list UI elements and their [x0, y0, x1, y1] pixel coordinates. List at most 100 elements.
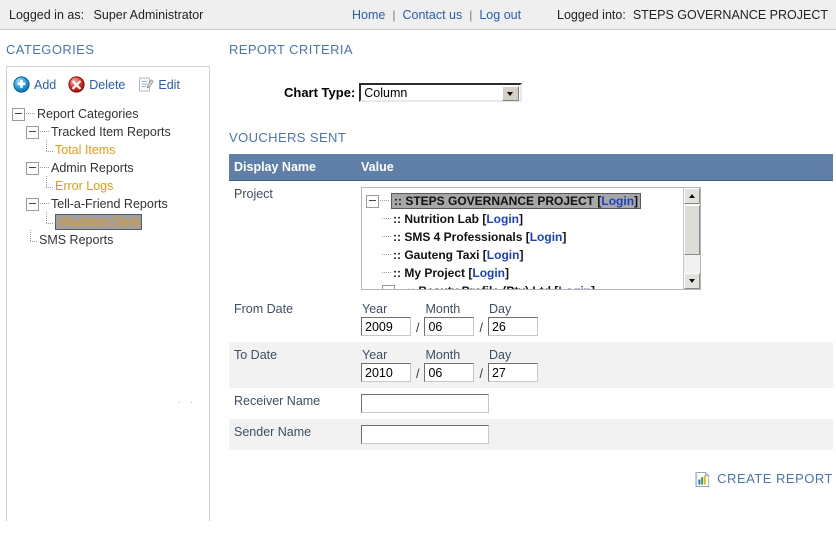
- logged-in-as: Logged in as: Super Administrator: [0, 8, 203, 22]
- vouchers-sent-title: VOUCHERS SENT: [229, 130, 347, 145]
- tree-connector: [42, 176, 54, 192]
- project-name: :: Gauteng Taxi: [393, 248, 480, 262]
- tree-label: Admin Reports: [51, 160, 134, 175]
- create-report-label: CREATE REPORT: [717, 471, 833, 486]
- chart-type-row: Chart Type: Column: [229, 83, 836, 102]
- tree-label-selected: Vouchers Sent: [55, 214, 143, 230]
- to-date-fields: Year / Month / Day: [361, 348, 833, 382]
- project-name: :: SMS 4 Professionals: [393, 230, 523, 244]
- login-link[interactable]: Login: [486, 210, 519, 228]
- project-list-scrollbar[interactable]: [683, 188, 700, 289]
- collapse-icon[interactable]: [26, 161, 39, 175]
- categories-panel: Add Delete Edit Report Categories Tracke…: [6, 66, 210, 521]
- tree-node-report-categories[interactable]: Report Categories: [12, 105, 209, 123]
- to-date-month-field: Month: [424, 348, 475, 382]
- tree-node-total-items[interactable]: Total Items: [12, 140, 209, 159]
- tree-node-admin-reports[interactable]: Admin Reports: [12, 159, 209, 177]
- project-name: :: Beauty Profile (Pty) Ltd: [407, 282, 551, 289]
- login-link[interactable]: Login: [558, 282, 591, 289]
- tree-connector: [380, 200, 389, 202]
- year-label: Year: [362, 348, 388, 362]
- table-row-project: Project :: STEPS GOVERNANCE PROJECT [Log…: [229, 180, 833, 296]
- row-value-project: :: STEPS GOVERNANCE PROJECT [Login] :: N…: [356, 180, 833, 296]
- collapse-icon[interactable]: [12, 107, 25, 121]
- scrollbar-thumb[interactable]: [684, 205, 700, 255]
- tree-node-sms-reports[interactable]: SMS Reports: [12, 230, 209, 249]
- top-navigation: Home | Contact us | Log out: [352, 0, 521, 29]
- tree-connector: [382, 254, 391, 256]
- from-date-year-input[interactable]: [361, 317, 411, 336]
- column-header-display-name: Display Name: [229, 154, 356, 181]
- chart-type-select[interactable]: Column: [359, 83, 523, 102]
- row-label-project: Project: [229, 180, 356, 296]
- collapse-icon[interactable]: [26, 197, 39, 211]
- category-tree: Report Categories Tracked Item Reports T…: [7, 99, 209, 249]
- tree-node-vouchers-sent[interactable]: Vouchers Sent: [12, 212, 209, 231]
- login-link[interactable]: Login: [487, 246, 520, 264]
- to-date-month-input[interactable]: [424, 363, 475, 382]
- tree-node-tell-a-friend-reports[interactable]: Tell-a-Friend Reports: [12, 195, 209, 213]
- row-label-to-date: To Date: [229, 342, 356, 388]
- sender-name-input[interactable]: [361, 425, 489, 444]
- nav-separator-2: |: [469, 7, 473, 22]
- tree-label: Error Logs: [55, 178, 114, 193]
- from-date-fields: Year / Month / Day: [361, 302, 833, 336]
- tree-label: Report Categories: [37, 106, 139, 121]
- tree-node-tracked-item-reports[interactable]: Tracked Item Reports: [12, 123, 209, 141]
- date-separator: /: [416, 321, 420, 335]
- tree-label: Tracked Item Reports: [51, 124, 171, 139]
- categories-toolbar: Add Delete Edit: [7, 67, 209, 99]
- list-item[interactable]: :: My Project [Login]: [366, 264, 700, 282]
- tree-connector: [40, 203, 49, 205]
- list-item[interactable]: :: Beauty Profile (Pty) Ltd [Login]: [366, 282, 700, 289]
- nav-link-contact-us[interactable]: Contact us: [402, 8, 462, 22]
- nav-link-home[interactable]: Home: [352, 8, 385, 22]
- scroll-down-arrow-icon[interactable]: [684, 273, 700, 289]
- add-circle-icon: [13, 76, 30, 93]
- row-value-to-date: Year / Month / Day: [356, 342, 833, 388]
- report-criteria-title: REPORT CRITERIA: [229, 42, 353, 57]
- login-link[interactable]: Login: [601, 194, 634, 208]
- add-button[interactable]: Add: [13, 76, 56, 93]
- collapse-icon[interactable]: [366, 194, 379, 208]
- scroll-up-arrow-icon[interactable]: [684, 188, 700, 204]
- receiver-name-input[interactable]: [361, 394, 489, 413]
- table-row-sender-name: Sender Name: [229, 419, 833, 450]
- to-date-day-field: Day: [487, 348, 538, 382]
- nav-link-log-out[interactable]: Log out: [479, 8, 521, 22]
- collapse-icon[interactable]: [382, 284, 395, 289]
- from-date-year-field: Year: [361, 302, 411, 336]
- from-date-day-input[interactable]: [487, 317, 538, 336]
- project-item-selected: :: STEPS GOVERNANCE PROJECT [Login]: [391, 193, 642, 209]
- login-link[interactable]: Login: [530, 228, 563, 246]
- page-layout: CATEGORIES Add Delete Edit Report Catego…: [0, 30, 836, 540]
- list-item[interactable]: :: STEPS GOVERNANCE PROJECT [Login]: [366, 192, 700, 210]
- create-report-button[interactable]: CREATE REPORT: [229, 470, 833, 487]
- delete-button-label: Delete: [89, 77, 126, 92]
- main-content: REPORT CRITERIA Chart Type: Column VOUCH…: [213, 30, 836, 540]
- day-label: Day: [488, 348, 512, 362]
- list-item[interactable]: :: Gauteng Taxi [Login]: [366, 246, 700, 264]
- to-date-year-input[interactable]: [361, 363, 411, 382]
- logged-into-value: STEPS GOVERNANCE PROJECT: [632, 7, 828, 22]
- chart-report-icon: [693, 470, 710, 487]
- collapse-icon[interactable]: [26, 125, 39, 139]
- row-label-sender-name: Sender Name: [229, 419, 356, 450]
- project-list-inner: :: STEPS GOVERNANCE PROJECT [Login] :: N…: [362, 188, 700, 289]
- list-item[interactable]: :: Nutrition Lab [Login]: [366, 210, 700, 228]
- list-item[interactable]: :: SMS 4 Professionals [Login]: [366, 228, 700, 246]
- project-listbox[interactable]: :: STEPS GOVERNANCE PROJECT [Login] :: N…: [361, 187, 701, 290]
- to-date-day-input[interactable]: [487, 363, 538, 382]
- login-link[interactable]: Login: [472, 264, 505, 282]
- project-name: :: STEPS GOVERNANCE PROJECT: [394, 194, 595, 208]
- edit-button[interactable]: Edit: [137, 76, 180, 93]
- tree-connector: [382, 236, 391, 238]
- tree-node-error-logs[interactable]: Error Logs: [12, 176, 209, 195]
- column-header-value: Value: [356, 154, 833, 181]
- row-value-receiver-name: [356, 388, 833, 419]
- from-date-month-input[interactable]: [424, 317, 475, 336]
- edit-pencil-icon: [137, 76, 155, 93]
- tree-connector: [40, 167, 49, 169]
- chevron-down-icon[interactable]: [502, 86, 520, 101]
- delete-button[interactable]: Delete: [68, 76, 125, 93]
